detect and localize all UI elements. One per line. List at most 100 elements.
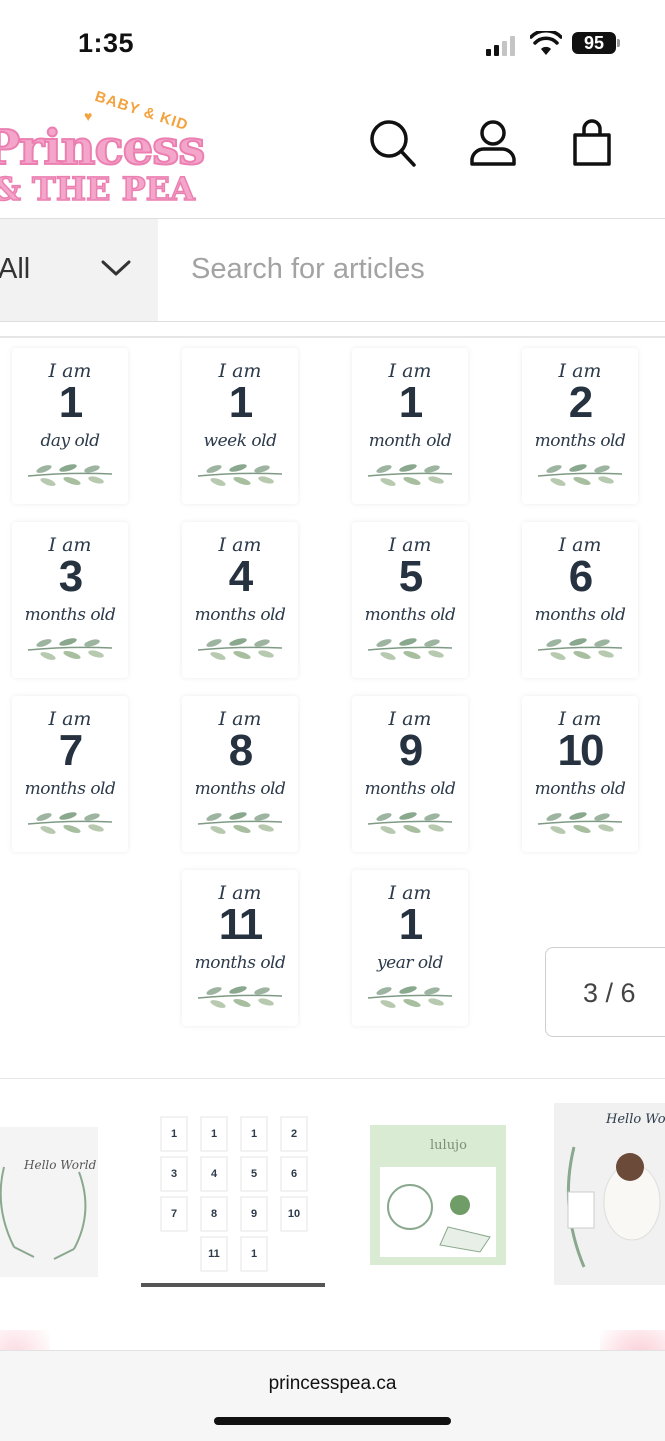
category-select-value: All [0, 253, 31, 285]
leaf-branch-icon [27, 812, 113, 834]
search-input[interactable] [158, 219, 665, 319]
battery-icon: 95 [572, 32, 616, 54]
milestone-card: I am 9 months old [352, 696, 468, 852]
milestone-card: I am 2 months old [522, 348, 638, 504]
card-unit: day old [40, 431, 100, 451]
milestone-card: I am 10 months old [522, 696, 638, 852]
card-unit: month old [368, 431, 452, 451]
milestone-card: I am 1 month old [352, 348, 468, 504]
card-number: 8 [228, 726, 253, 775]
card-number: 7 [58, 726, 83, 775]
mini-card-number: 9 [251, 1208, 257, 1220]
leaf-branch-icon [537, 812, 623, 834]
leaf-branch-icon [27, 638, 113, 660]
thumbnail-4[interactable]: Hello World [554, 1097, 665, 1287]
leaf-branch-icon [367, 812, 453, 834]
mini-card-number: 1 [251, 1128, 257, 1140]
card-unit: months old [24, 779, 116, 799]
article-search-bar: All [0, 218, 665, 322]
milestone-card: I am 1 day old [12, 348, 128, 504]
card-number: 11 [218, 900, 264, 949]
card-unit: months old [534, 779, 626, 799]
logo-wordmark: Princess [0, 119, 206, 177]
leaf-branch-icon [197, 812, 283, 834]
milestone-card: I am 8 months old [182, 696, 298, 852]
leaf-branch-icon [197, 986, 283, 1008]
card-unit: months old [24, 605, 116, 625]
thumbnail-3[interactable]: lulujo [370, 1097, 508, 1287]
mini-card-number: 1 [251, 1248, 257, 1260]
gallery-counter: 3 / 6 [545, 947, 665, 1037]
card-number: 5 [398, 552, 423, 601]
mini-card-number: 10 [288, 1208, 300, 1220]
thumbnail-1[interactable]: Hello World [0, 1097, 100, 1287]
card-number: 6 [568, 552, 593, 601]
thumbnail-strip: Hello World 1 1 1 2 3 4 5 6 7 8 9 10 11 1 lulujo Hell… [0, 1078, 665, 1299]
card-number: 3 [58, 552, 83, 601]
card-number: 1 [58, 378, 83, 427]
status-bar: 1:35 95 [0, 0, 665, 90]
account-icon[interactable] [468, 117, 518, 169]
card-number: 9 [398, 726, 423, 775]
card-unit: year old [377, 953, 443, 973]
thumbnail-3-caption: lulujo [430, 1138, 467, 1153]
card-number: 10 [557, 726, 605, 775]
thumbnail-2[interactable]: 1 1 1 2 3 4 5 6 7 8 9 10 11 1 [141, 1097, 325, 1287]
milestone-card: I am 4 months old [182, 522, 298, 678]
leaf-branch-icon [197, 464, 283, 486]
leaf-branch-icon [367, 986, 453, 1008]
mini-card-number: 3 [171, 1168, 177, 1180]
status-time: 1:35 [78, 28, 135, 58]
browser-address-bar[interactable]: princesspea.ca [0, 1350, 665, 1441]
leaf-branch-icon [367, 638, 453, 660]
mini-card-number: 1 [211, 1128, 217, 1140]
search-icon[interactable] [367, 117, 417, 169]
store-logo[interactable]: ♥ BABY & KID Princess & THE PEA [0, 80, 206, 209]
card-number: 4 [228, 552, 253, 601]
active-thumbnail-indicator [141, 1283, 325, 1287]
milestone-card: I am 1 week old [182, 348, 298, 504]
card-unit: months old [534, 605, 626, 625]
milestone-card: I am 3 months old [12, 522, 128, 678]
card-number: 2 [568, 378, 593, 427]
leaf-branch-icon [27, 464, 113, 486]
mini-card-number: 5 [251, 1168, 257, 1180]
mini-card-number: 11 [208, 1248, 220, 1260]
leaf-branch-icon [197, 638, 283, 660]
mini-card-number: 8 [211, 1208, 217, 1220]
card-unit: months old [194, 605, 286, 625]
card-unit: months old [534, 431, 626, 451]
product-image-gallery[interactable]: I am 1 day old I am 1 week old I am 1 month old I… [0, 338, 665, 1078]
milestone-card: I am 7 months old [12, 696, 128, 852]
card-unit: months old [364, 605, 456, 625]
thumbnail-1-caption: Hello World [23, 1158, 97, 1172]
home-indicator[interactable] [214, 1417, 451, 1425]
leaf-branch-icon [537, 638, 623, 660]
chevron-down-icon [101, 260, 131, 276]
card-unit: months old [194, 779, 286, 799]
mini-card-number: 1 [171, 1128, 177, 1140]
milestone-card: I am 6 months old [522, 522, 638, 678]
milestone-card: I am 5 months old [352, 522, 468, 678]
mini-card-number: 6 [291, 1168, 297, 1180]
card-unit: months old [364, 779, 456, 799]
mini-card-number: 4 [211, 1168, 218, 1180]
mini-card-number: 2 [291, 1128, 297, 1140]
leaf-branch-icon [537, 464, 623, 486]
card-number: 1 [398, 378, 423, 427]
mini-card-number: 7 [171, 1208, 177, 1220]
milestone-card: I am 1 year old [352, 870, 468, 1026]
card-unit: months old [194, 953, 286, 973]
cart-bag-icon[interactable] [567, 117, 617, 169]
card-unit: week old [203, 431, 277, 451]
logo-wordmark-subline: & THE PEA [0, 169, 196, 209]
browser-url: princesspea.ca [268, 1373, 397, 1394]
category-select[interactable]: All [0, 219, 158, 321]
thumbnail-4-caption: Hello World [605, 1112, 665, 1127]
wifi-icon [530, 31, 562, 55]
cellular-signal-icon [486, 34, 518, 56]
milestone-card: I am 11 months old [182, 870, 298, 1026]
leaf-branch-icon [367, 464, 453, 486]
card-number: 1 [398, 900, 423, 949]
battery-tip [617, 39, 620, 47]
